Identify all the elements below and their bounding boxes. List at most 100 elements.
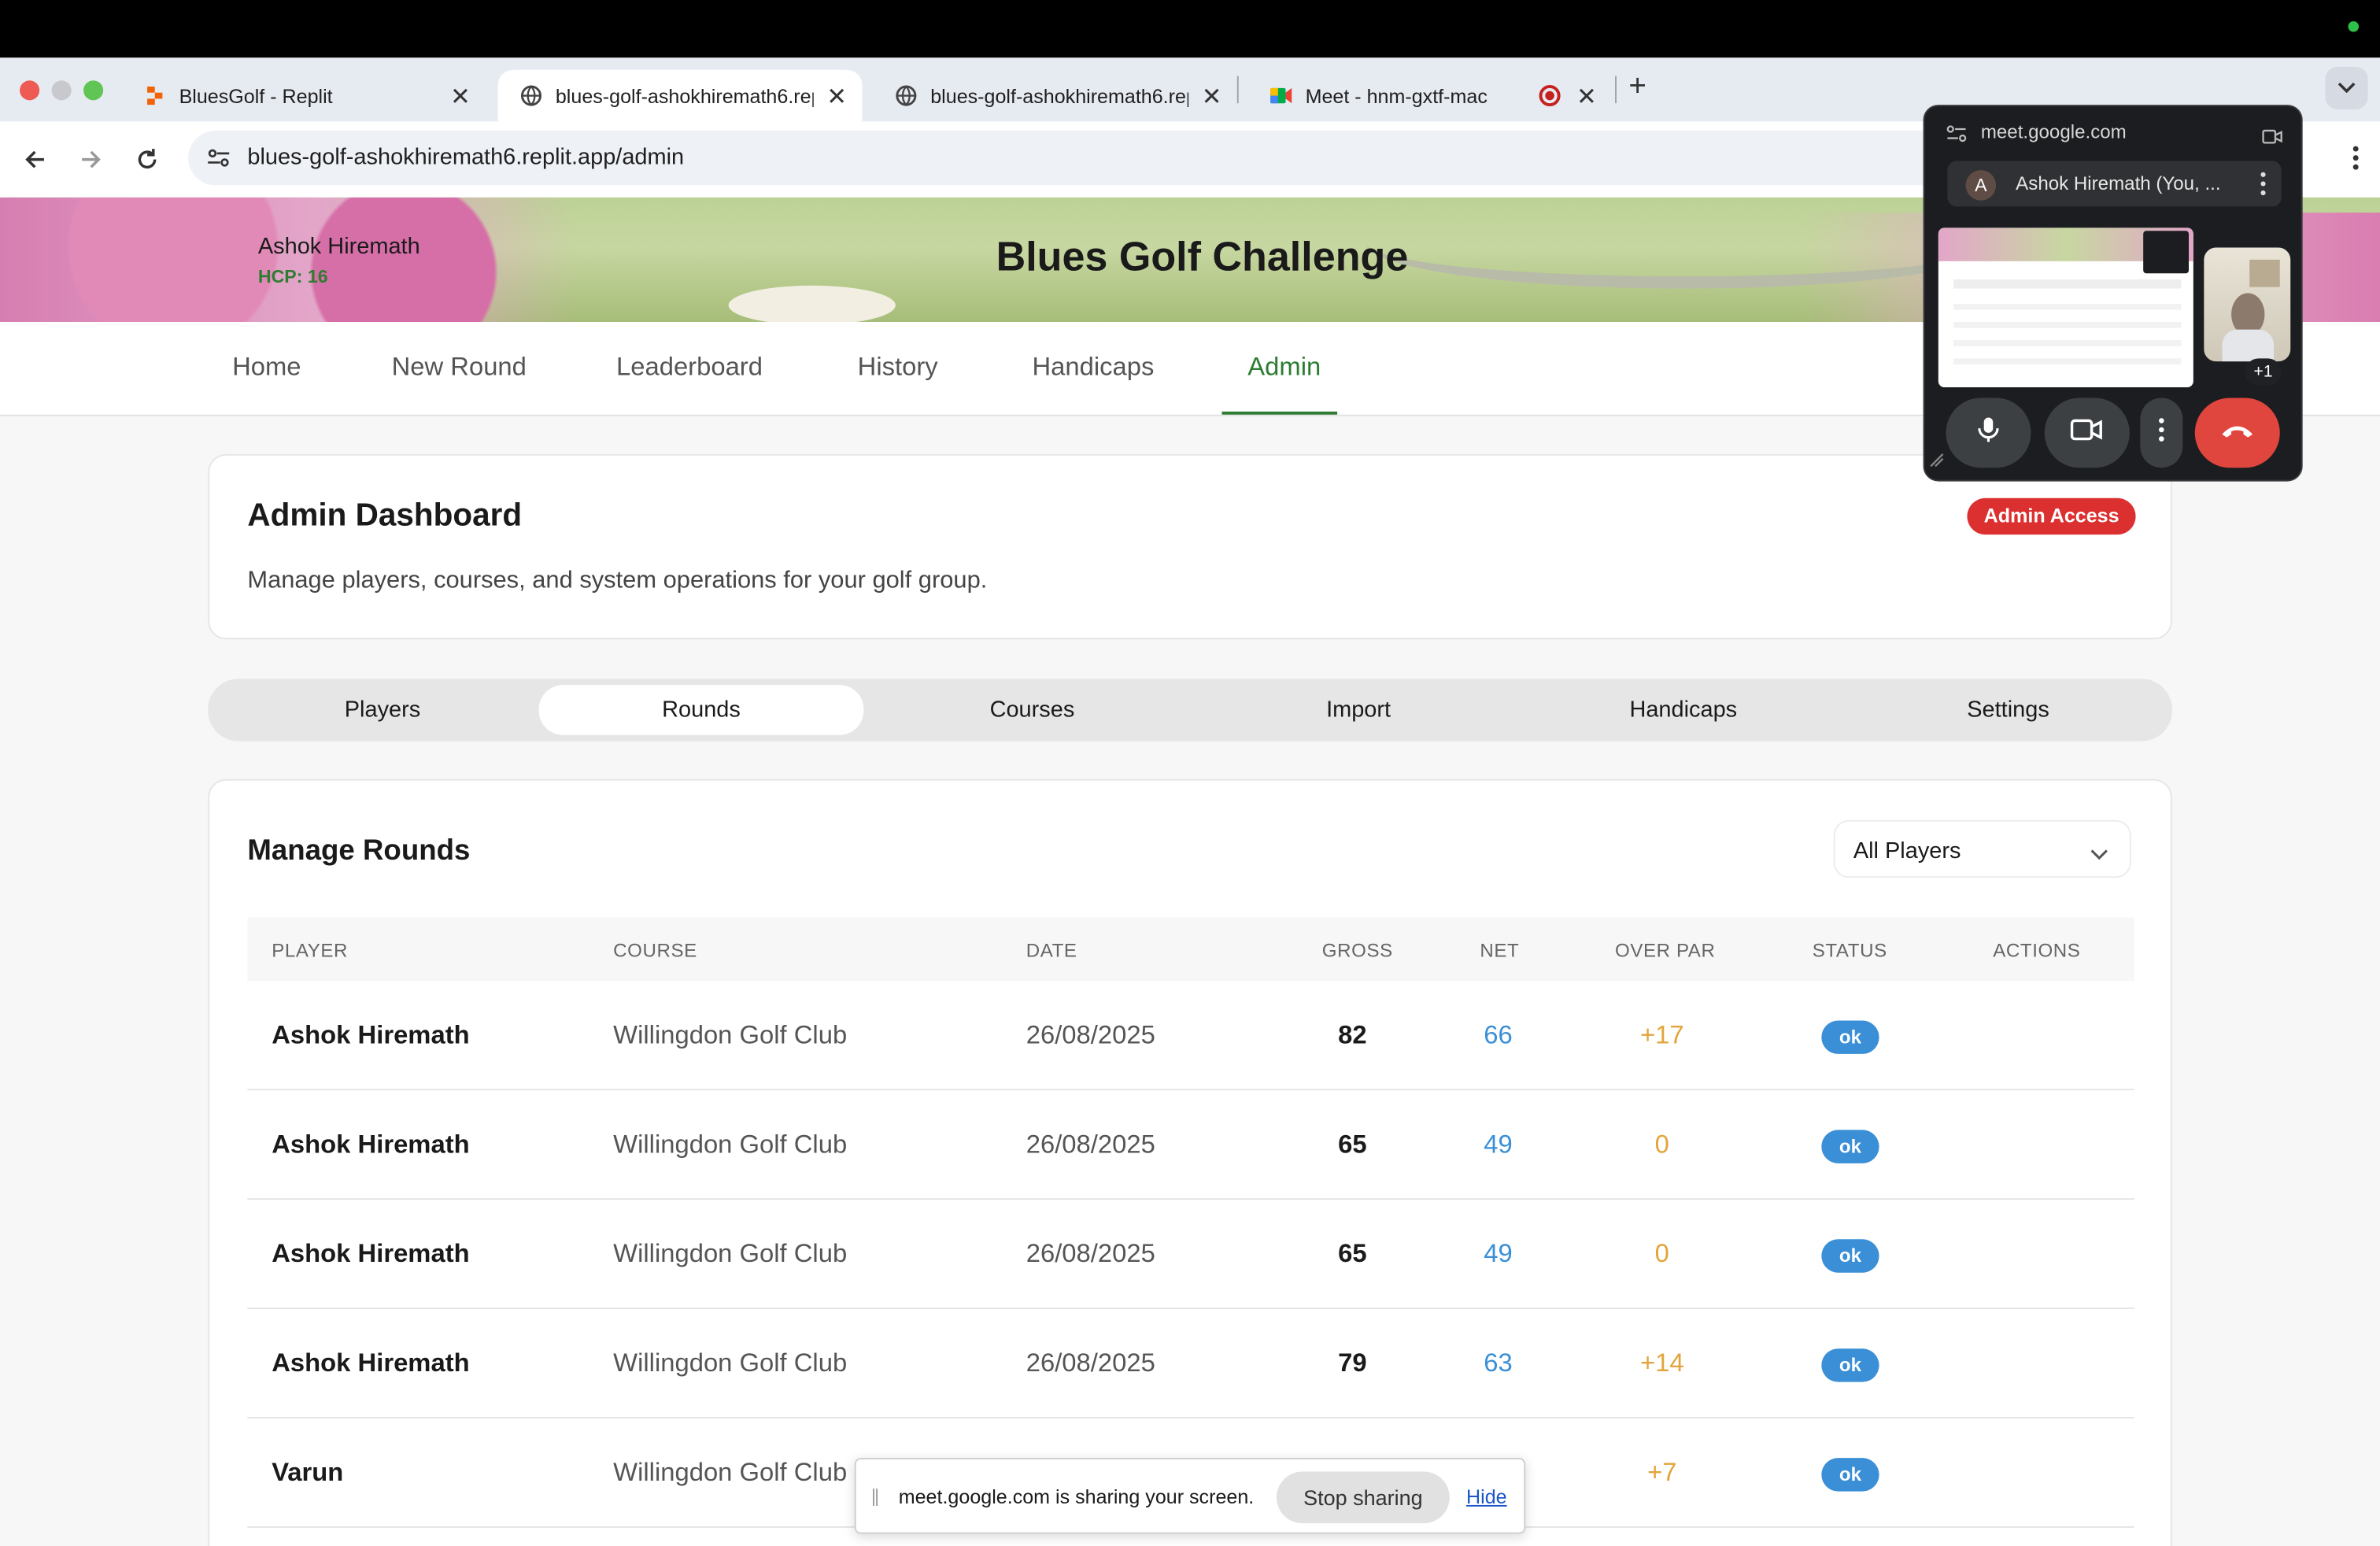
tab-settings[interactable]: Settings: [1846, 685, 2171, 735]
cell-gross: 65: [1338, 1130, 1367, 1160]
cell-player: Ashok Hiremath: [272, 1020, 470, 1050]
share-message: meet.google.com is sharing your screen.: [898, 1485, 1255, 1508]
column-header-date: DATE: [1026, 940, 1077, 962]
globe-icon: [519, 83, 544, 108]
cell-course: Willingdon Golf Club: [613, 1458, 848, 1487]
reload-icon[interactable]: [128, 139, 167, 179]
close-tab-icon[interactable]: ✕: [1576, 82, 1597, 113]
column-header-over-par: OVER PAR: [1615, 940, 1716, 962]
tab-handicaps[interactable]: Handicaps: [1521, 685, 1846, 735]
nav-admin[interactable]: Admin: [1247, 353, 1321, 383]
hide-link[interactable]: Hide: [1466, 1485, 1507, 1508]
player-filter-value: All Players: [1853, 838, 1961, 864]
table-row[interactable]: Ashok Hiremath Willingdon Golf Club 26/0…: [247, 1309, 2134, 1418]
column-header-gross: GROSS: [1321, 940, 1393, 962]
close-tab-icon[interactable]: ✕: [450, 82, 471, 113]
google-meet-icon: [1269, 83, 1293, 108]
minimize-window-icon[interactable]: [51, 80, 72, 101]
participant-more-icon[interactable]: [2260, 172, 2267, 204]
hang-up-icon: [2221, 419, 2254, 446]
participant-row[interactable]: A Ashok Hiremath (You, ...: [1947, 161, 2282, 207]
table-header: PLAYER COURSE DATE GROSS NET OVER PAR ST…: [247, 917, 2134, 982]
tab-separator: [1236, 76, 1239, 104]
nav-active-indicator: [1221, 411, 1338, 415]
column-header-course: COURSE: [613, 940, 697, 962]
participant-video: [2204, 247, 2291, 362]
table-row[interactable]: Ashok Hiremath Willingdon Golf Club 26/0…: [247, 1200, 2134, 1310]
leave-call-button[interactable]: [2194, 398, 2280, 468]
meet-pip-window[interactable]: meet.google.com A Ashok Hiremath (You, .…: [1923, 105, 2303, 482]
cell-gross: 79: [1338, 1348, 1367, 1378]
player-filter-select[interactable]: All Players: [1833, 819, 2131, 878]
extra-participants-count: +1: [2245, 358, 2282, 386]
stop-sharing-button[interactable]: Stop sharing: [1276, 1471, 1450, 1524]
meet-host: meet.google.com: [1980, 121, 2127, 143]
browser-tab-meet[interactable]: Meet - hnm-gxtf-mac ✕: [1247, 70, 1612, 122]
cell-net: 49: [1484, 1239, 1513, 1268]
globe-icon: [894, 83, 918, 108]
cell-course: Willingdon Golf Club: [613, 1239, 848, 1268]
site-settings-icon[interactable]: [206, 146, 231, 178]
tab-rounds[interactable]: Rounds: [538, 685, 864, 735]
url-text[interactable]: blues-golf-ashokhiremath6.replit.app/adm…: [247, 144, 684, 170]
nav-home[interactable]: Home: [232, 353, 301, 383]
new-tab-plus-icon[interactable]: +: [1628, 70, 1646, 105]
drag-handle-icon[interactable]: ||: [871, 1485, 879, 1507]
camera-icon: [2070, 417, 2104, 449]
nav-handicaps[interactable]: Handicaps: [1032, 353, 1154, 383]
cell-gross: 82: [1338, 1020, 1367, 1050]
cell-course: Willingdon Golf Club: [613, 1020, 848, 1050]
maximize-window-icon[interactable]: [83, 80, 104, 101]
cell-player: Ashok Hiremath: [272, 1348, 470, 1378]
status-badge: ok: [1821, 1130, 1879, 1163]
close-tab-icon[interactable]: ✕: [826, 82, 847, 113]
browser-menu-icon[interactable]: [2352, 144, 2359, 179]
browser-tab-active[interactable]: blues-golf-ashokhiremath6.replit.app ✕: [497, 69, 863, 122]
nav-history[interactable]: History: [858, 353, 938, 383]
cell-net: 63: [1484, 1348, 1513, 1378]
site-settings-icon[interactable]: [1946, 123, 1967, 150]
browser-tab-app[interactable]: blues-golf-ashokhiremath6.replit.app ✕: [873, 70, 1237, 122]
tab-courses[interactable]: Courses: [870, 685, 1195, 735]
tab-title: Meet - hnm-gxtf-mac: [1305, 84, 1488, 108]
status-badge: ok: [1821, 1348, 1879, 1382]
cell-course: Willingdon Golf Club: [613, 1130, 848, 1160]
status-badge: ok: [1821, 1239, 1879, 1273]
cell-over-par: 0: [1654, 1239, 1669, 1268]
camera-button[interactable]: [2044, 398, 2130, 468]
close-tab-icon[interactable]: ✕: [1202, 82, 1222, 113]
table-row[interactable]: Ashok Hiremath Willingdon Golf Club 26/0…: [247, 1090, 2134, 1200]
cell-net: 66: [1484, 1020, 1513, 1050]
more-options-button[interactable]: [2140, 398, 2183, 468]
screen-share-thumbnail: [1938, 227, 2193, 387]
recording-icon: [1539, 85, 1561, 107]
close-window-icon[interactable]: [20, 80, 40, 101]
status-badge: ok: [1821, 1458, 1879, 1492]
tab-import[interactable]: Import: [1196, 685, 1521, 735]
column-header-status: STATUS: [1812, 940, 1887, 962]
tab-title: BluesGolf - Replit: [179, 84, 333, 108]
admin-access-badge: Admin Access: [1967, 497, 2136, 535]
resize-handle-icon[interactable]: [1929, 448, 1944, 475]
status-badge: ok: [1821, 1020, 1879, 1054]
cell-date: 26/08/2025: [1026, 1130, 1155, 1160]
banner-bunker: [728, 285, 896, 323]
page-subtitle: Manage players, courses, and system oper…: [247, 568, 988, 594]
screen-share-notification: || meet.google.com is sharing your scree…: [854, 1458, 1526, 1534]
nav-leaderboard[interactable]: Leaderboard: [616, 353, 763, 383]
tab-title: blues-golf-ashokhiremath6.replit.app: [555, 84, 814, 108]
tab-players[interactable]: Players: [220, 685, 545, 735]
nav-new-round[interactable]: New Round: [392, 353, 527, 383]
back-arrow-icon[interactable]: [15, 139, 54, 179]
admin-dashboard-card: Admin Dashboard Manage players, courses,…: [208, 453, 2172, 640]
browser-tab-replit[interactable]: BluesGolf - Replit ✕: [121, 70, 486, 122]
tab-separator: [1615, 76, 1617, 104]
tab-search-chevron-icon[interactable]: [2325, 66, 2368, 109]
microphone-button[interactable]: [1946, 398, 2031, 468]
column-header-player: PLAYER: [272, 940, 349, 962]
cell-date: 26/08/2025: [1026, 1348, 1155, 1378]
forward-arrow-icon[interactable]: [72, 139, 111, 179]
table-row[interactable]: Ashok Hiremath Willingdon Golf Club 26/0…: [247, 981, 2134, 1091]
cell-over-par: +14: [1640, 1348, 1684, 1378]
page-title: Admin Dashboard: [247, 497, 523, 534]
